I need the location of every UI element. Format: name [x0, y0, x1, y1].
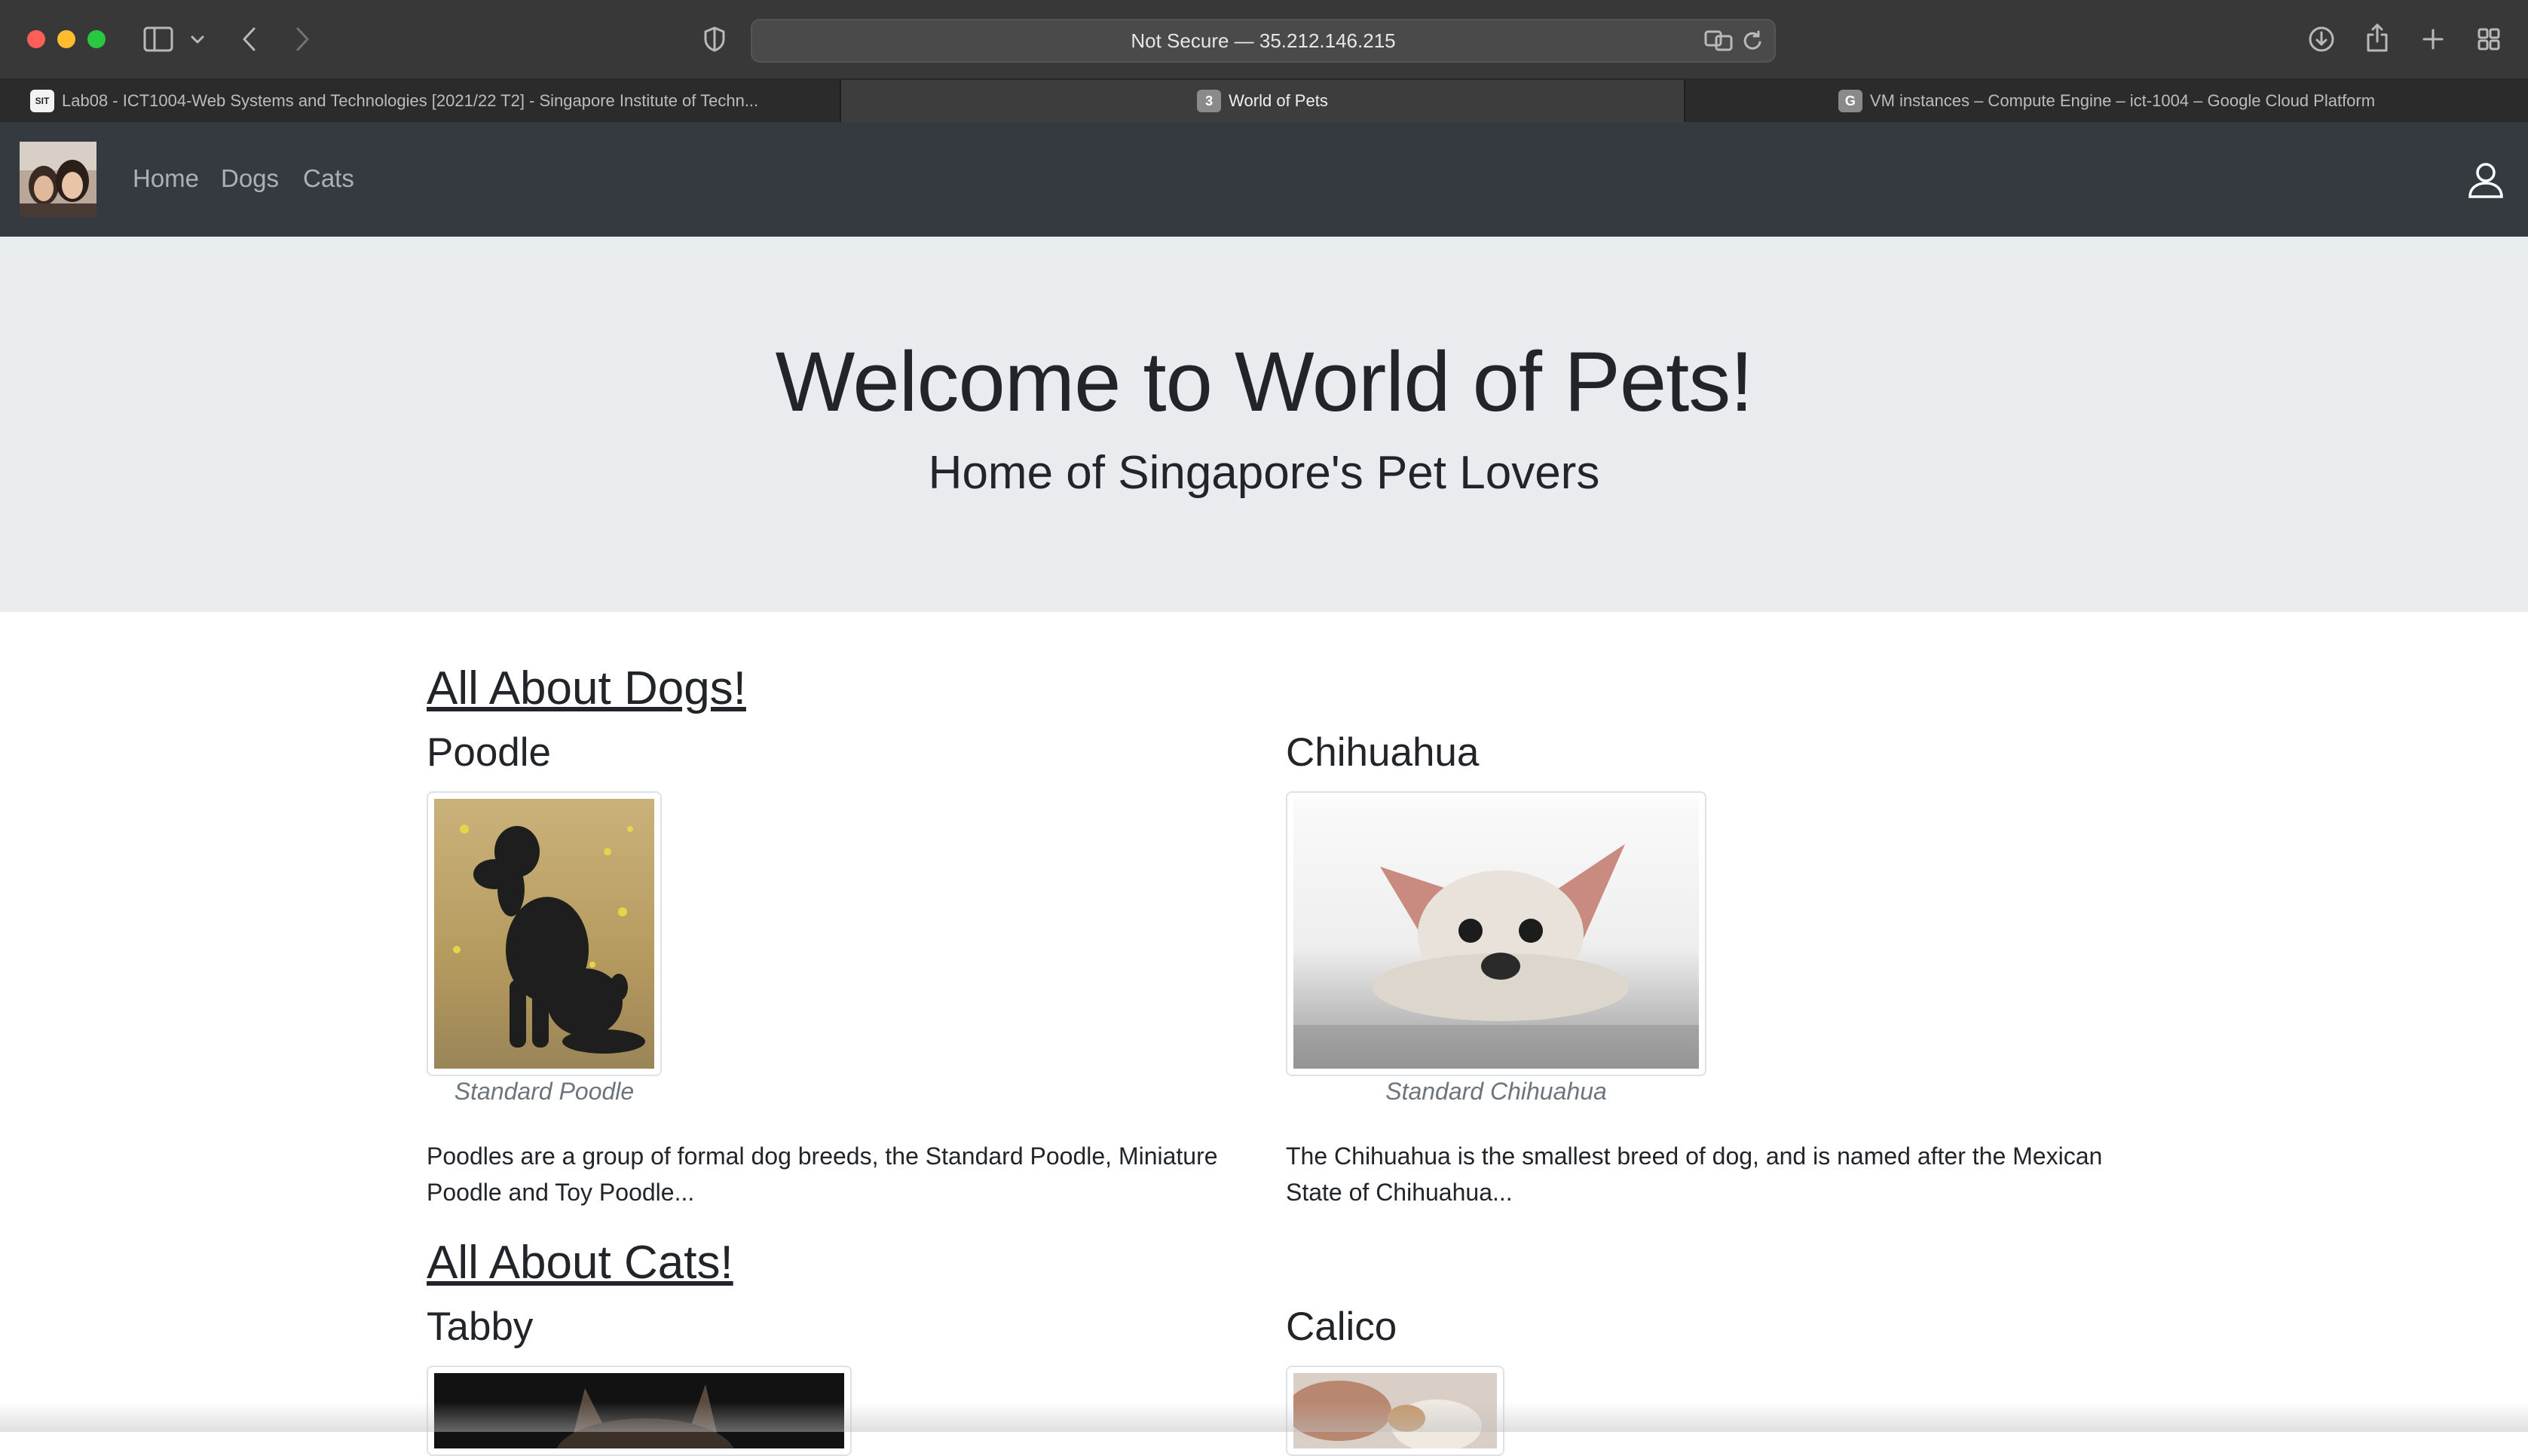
sidebar-toggle-icon[interactable]	[142, 24, 175, 54]
poodle-caption: Standard Poodle	[454, 1078, 635, 1105]
new-tab-icon[interactable]	[2418, 24, 2448, 54]
nav-link-home[interactable]: Home	[133, 161, 199, 196]
minimize-window-button[interactable]	[57, 30, 75, 48]
calico-heading: Calico	[1286, 1305, 1397, 1349]
google-favicon-icon: G	[1838, 90, 1862, 112]
chihuahua-image	[1293, 799, 1699, 1069]
forward-icon[interactable]	[291, 24, 314, 54]
privacy-shield-icon[interactable]	[701, 24, 728, 54]
pets-favicon-icon: 3	[1197, 90, 1222, 112]
chihuahua-caption: Standard Chihuahua	[1385, 1078, 1607, 1105]
nav-link-cats[interactable]: Cats	[303, 161, 354, 196]
downloads-icon[interactable]	[2306, 24, 2337, 54]
browser-titlebar: Not Secure — 35.212.146.215	[0, 0, 2528, 80]
tab-world-of-pets[interactable]: 3 World of Pets	[841, 80, 1684, 122]
browser-tab-bar: SIT Lab08 - ICT1004-Web Systems and Tech…	[0, 80, 2528, 122]
jumbotron-subtitle: Home of Singapore's Pet Lovers	[928, 447, 1600, 499]
poodle-figure[interactable]	[427, 791, 662, 1076]
tab-vm-instances[interactable]: G VM instances – Compute Engine – ict-10…	[1685, 80, 2528, 122]
tab-label: World of Pets	[1229, 91, 1328, 110]
share-icon[interactable]	[2362, 21, 2392, 54]
tab-label: Lab08 - ICT1004-Web Systems and Technolo…	[62, 91, 759, 110]
tab-label: VM instances – Compute Engine – ict-1004…	[1869, 91, 2376, 110]
user-icon[interactable]	[2466, 160, 2505, 199]
translate-icon[interactable]	[1703, 28, 1734, 54]
sit-favicon-icon: SIT	[30, 90, 54, 112]
chevron-down-icon[interactable]	[188, 29, 207, 51]
address-bar[interactable]: Not Secure — 35.212.146.215	[751, 19, 1776, 63]
close-window-button[interactable]	[27, 30, 45, 48]
poodle-image	[434, 799, 654, 1069]
poodle-description: Poodles are a group of formal dog breeds…	[427, 1142, 1218, 1206]
tab-lab08[interactable]: SIT Lab08 - ICT1004-Web Systems and Tech…	[0, 80, 840, 122]
poodle-heading: Poodle	[427, 730, 552, 775]
chihuahua-figure[interactable]	[1286, 791, 1706, 1076]
cats-section-heading[interactable]: All About Cats!	[427, 1236, 733, 1289]
tabby-heading: Tabby	[427, 1305, 534, 1349]
reload-icon[interactable]	[1740, 28, 1765, 54]
tab-overview-icon[interactable]	[2474, 24, 2504, 54]
jumbotron-title: Welcome to World of Pets!	[775, 335, 1754, 429]
url-text: Not Secure — 35.212.146.215	[1131, 29, 1396, 52]
jumbotron: Welcome to World of Pets! Home of Singap…	[0, 237, 2528, 612]
nav-link-dogs[interactable]: Dogs	[221, 161, 279, 196]
site-logo[interactable]	[20, 142, 96, 217]
chihuahua-description: The Chihuahua is the smallest breed of d…	[1286, 1142, 2103, 1206]
chihuahua-heading: Chihuahua	[1286, 730, 1480, 775]
window-bottom-shadow	[0, 1402, 2528, 1432]
dogs-section-heading[interactable]: All About Dogs!	[427, 662, 746, 715]
back-icon[interactable]	[238, 24, 261, 54]
zoom-window-button[interactable]	[87, 30, 106, 48]
site-navbar: Home Dogs Cats	[0, 122, 2528, 237]
